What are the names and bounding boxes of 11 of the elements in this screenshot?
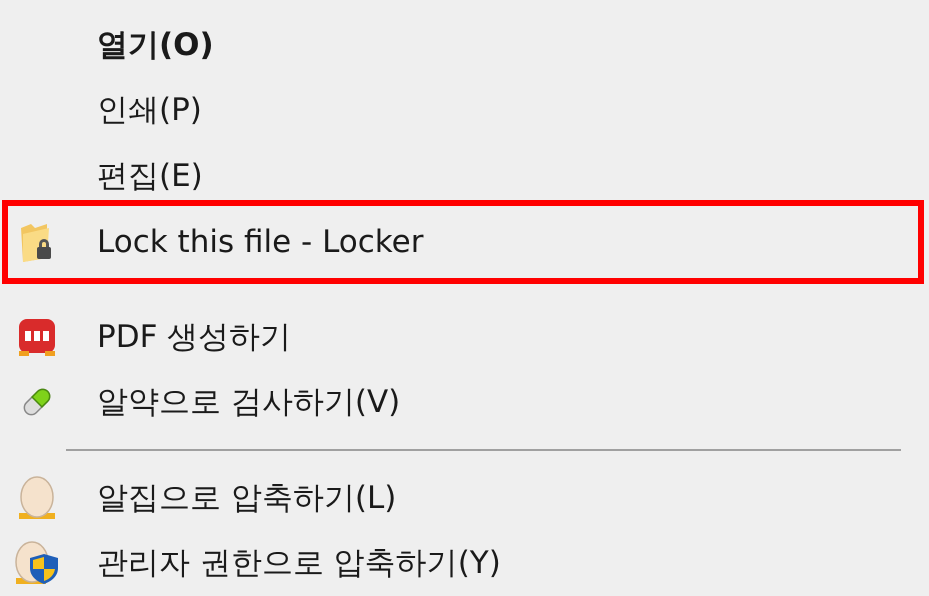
menu-item[interactable]: 알약으로 검사하기(V)	[97, 381, 400, 424]
menu-item[interactable]: 알집으로 압축하기(L)	[97, 476, 396, 519]
pdf-icon	[16, 316, 56, 357]
menu-item[interactable]: Lock this file - Locker	[97, 224, 424, 260]
menu-item[interactable]: 관리자 권한으로 압축하기(Y)	[97, 542, 501, 584]
egg-shield-icon	[14, 540, 60, 586]
menu-item[interactable]: 편집(E)	[97, 154, 203, 197]
egg-icon	[16, 474, 56, 521]
menu-item[interactable]: 열기(O)	[97, 24, 214, 66]
menu-item[interactable]: PDF 생성하기	[97, 316, 292, 358]
menu-item[interactable]: 인쇄(P)	[97, 89, 202, 132]
